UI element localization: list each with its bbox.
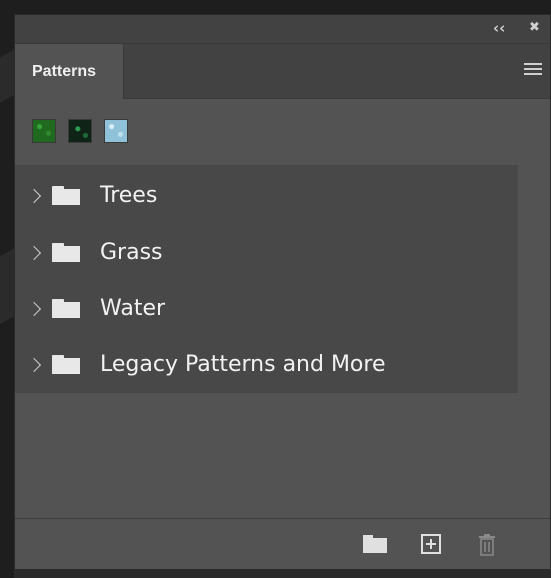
pattern-group-row[interactable]: Water: [15, 280, 518, 337]
chevron-right-icon[interactable]: [26, 245, 42, 260]
recent-patterns-bar: [15, 99, 550, 165]
folder-icon[interactable]: [362, 533, 388, 555]
green-leaves-pattern[interactable]: [32, 119, 56, 143]
hamburger-menu-icon[interactable]: [524, 63, 542, 77]
chevron-right-icon[interactable]: [26, 188, 42, 203]
folder-icon: [52, 243, 80, 262]
panel-titlebar: ‹‹ ✖: [15, 15, 550, 44]
tab-patterns[interactable]: Patterns: [15, 44, 124, 99]
panel-tab-row: Patterns: [15, 44, 550, 99]
pattern-group-row[interactable]: Grass: [15, 224, 518, 281]
group-label: Water: [100, 296, 166, 321]
trash-icon[interactable]: [476, 533, 498, 557]
folder-icon: [52, 186, 80, 205]
patterns-panel: ‹‹ ✖ Patterns Trees Grass Water Legacy P…: [14, 14, 551, 570]
water-pattern[interactable]: [104, 119, 128, 143]
chevron-right-icon[interactable]: [26, 357, 42, 372]
close-icon[interactable]: ✖: [529, 20, 540, 36]
pattern-group-row[interactable]: Trees: [15, 167, 518, 224]
chevron-right-icon[interactable]: [26, 301, 42, 316]
panel-bottom-edge: [14, 570, 551, 578]
folder-icon: [52, 355, 80, 374]
pattern-groups-list: Trees Grass Water Legacy Patterns and Mo…: [15, 165, 518, 393]
group-label: Legacy Patterns and More: [100, 352, 386, 377]
group-label: Trees: [100, 183, 158, 208]
panel-footer: [15, 518, 550, 569]
double-chevron-left-icon[interactable]: ‹‹: [493, 20, 505, 36]
pattern-group-row[interactable]: Legacy Patterns and More: [15, 336, 518, 393]
folder-icon: [52, 299, 80, 318]
add-square-icon[interactable]: [420, 533, 442, 555]
group-label: Grass: [100, 240, 163, 265]
dark-green-pattern[interactable]: [68, 119, 92, 143]
